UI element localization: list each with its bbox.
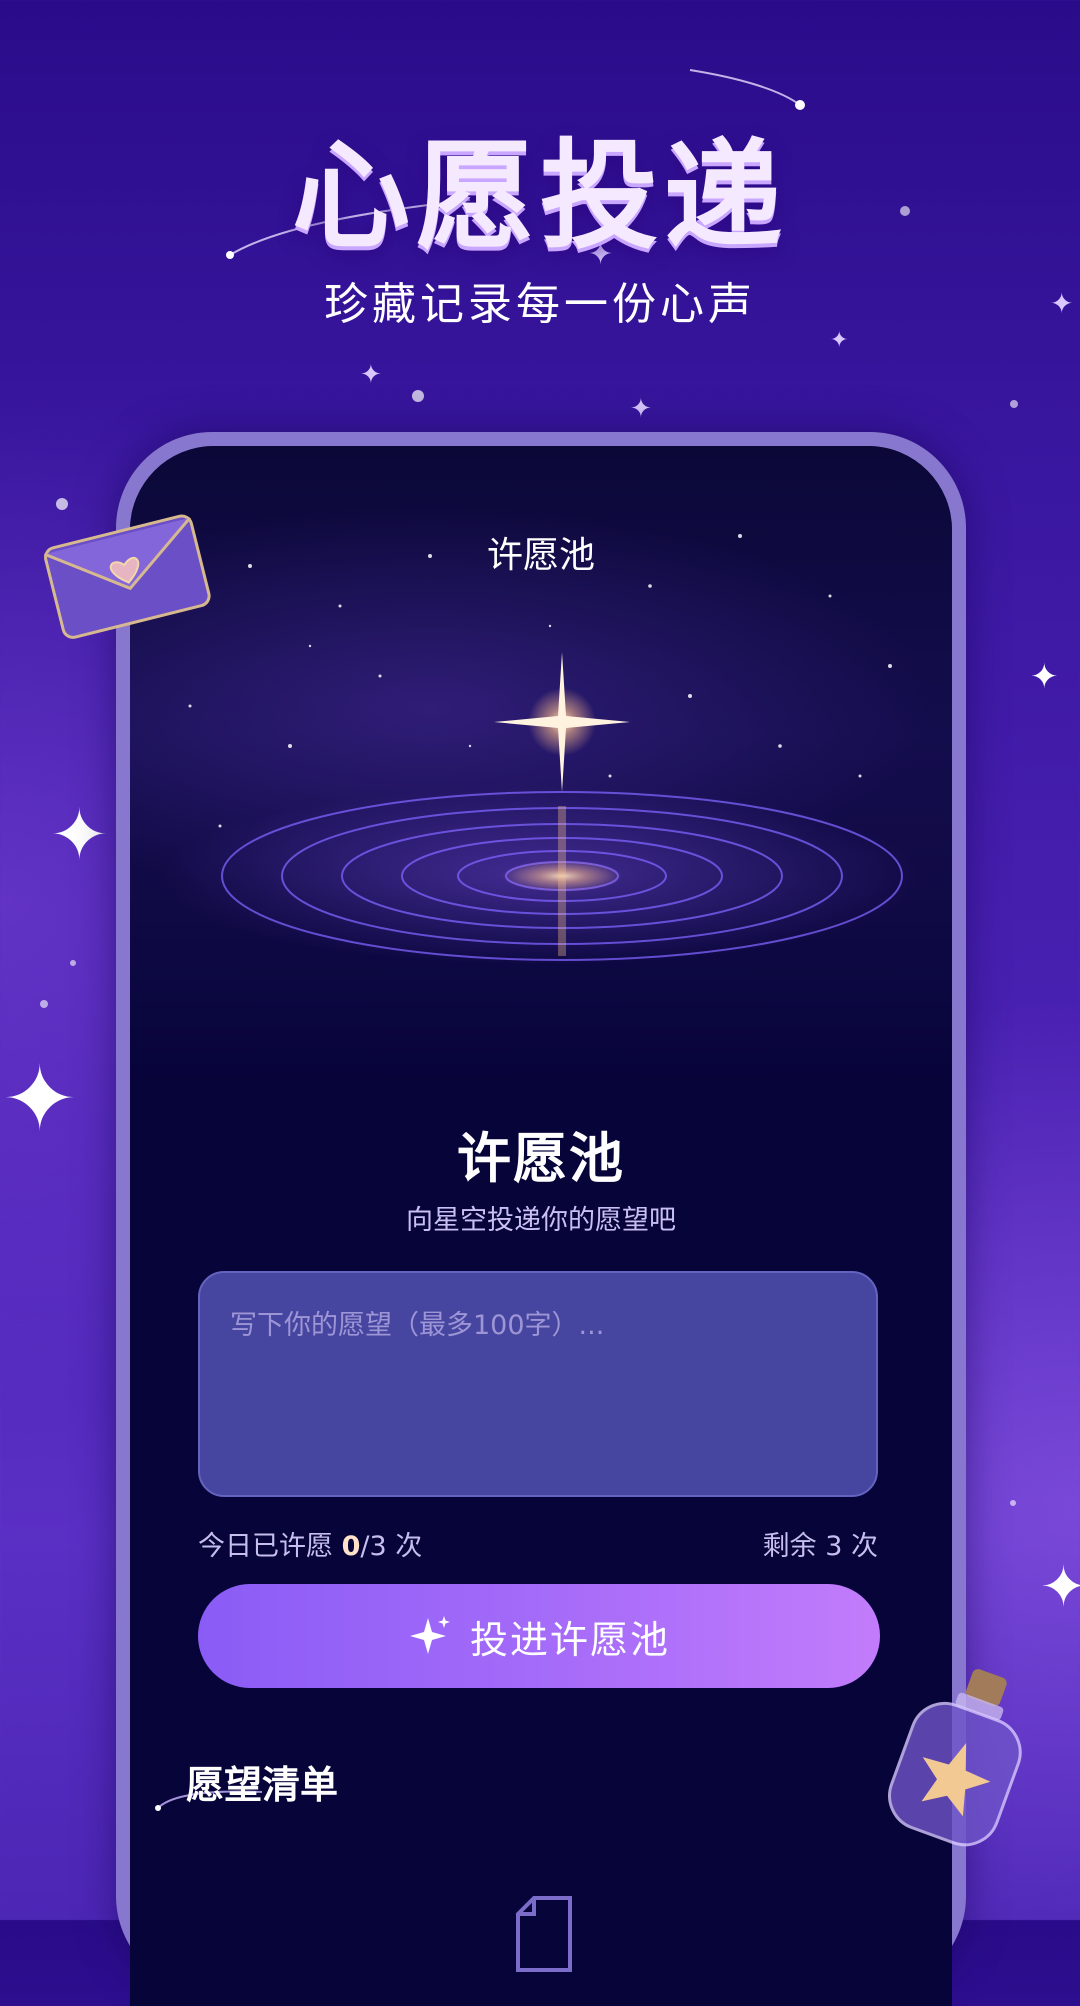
sparkle-icon: ✦ xyxy=(1040,1555,1080,1620)
star-bottle-icon xyxy=(888,1669,1022,1847)
nav-title: 许愿池 xyxy=(486,535,595,576)
wish-input[interactable] xyxy=(200,1273,876,1495)
submit-wish-button[interactable]: 投进许愿池 xyxy=(198,1584,880,1688)
submit-wish-label: 投进许愿池 xyxy=(469,1617,670,1662)
remaining-count: 剩余 3 次 xyxy=(762,1531,878,1562)
sparkle-icon xyxy=(408,1614,452,1658)
hero-subtitle: 珍藏记录每一份心声 xyxy=(324,279,756,330)
wish-count-row: 今日已许愿 0/3 次 剩余 3 次 xyxy=(198,1524,878,1564)
wish-list-title: 愿望清单 xyxy=(186,1763,339,1807)
document-icon xyxy=(516,1896,572,1972)
envelope-heart-icon xyxy=(43,514,211,639)
sparkle-icon: ✦ xyxy=(1030,657,1059,697)
sparkle-icon: ✦ xyxy=(360,360,382,390)
star-dot xyxy=(40,1000,48,1008)
star-dot xyxy=(70,960,76,966)
sparkle-icon: ✦ xyxy=(630,394,652,424)
star-dot xyxy=(412,390,424,402)
phone-frame: 许愿池 许愿池 向星空投递你的愿望吧 今日已许愿 0/3 次 剩余 3 次 投进… xyxy=(116,432,966,2006)
count-prefix: 今日已许愿 xyxy=(198,1531,342,1562)
sparkle-icon: ✦ xyxy=(2,1047,78,1152)
pool-title: 许愿池 xyxy=(457,1127,625,1190)
phone-screen: 许愿池 许愿池 向星空投递你的愿望吧 今日已许愿 0/3 次 剩余 3 次 投进… xyxy=(130,446,952,2006)
pool-subtitle: 向星空投递你的愿望吧 xyxy=(406,1205,676,1236)
count-used: 0 xyxy=(341,1531,361,1562)
today-wish-count: 今日已许愿 0/3 次 xyxy=(198,1524,422,1563)
star-dot xyxy=(1010,400,1018,408)
sparkle-icon: ✦ xyxy=(50,794,109,876)
star-dot xyxy=(1010,1500,1016,1506)
count-suffix: /3 次 xyxy=(360,1531,423,1562)
wish-input-box xyxy=(198,1271,878,1497)
hero-title: 心愿投递 xyxy=(291,126,788,265)
sparkle-icon: ✦ xyxy=(830,328,849,353)
